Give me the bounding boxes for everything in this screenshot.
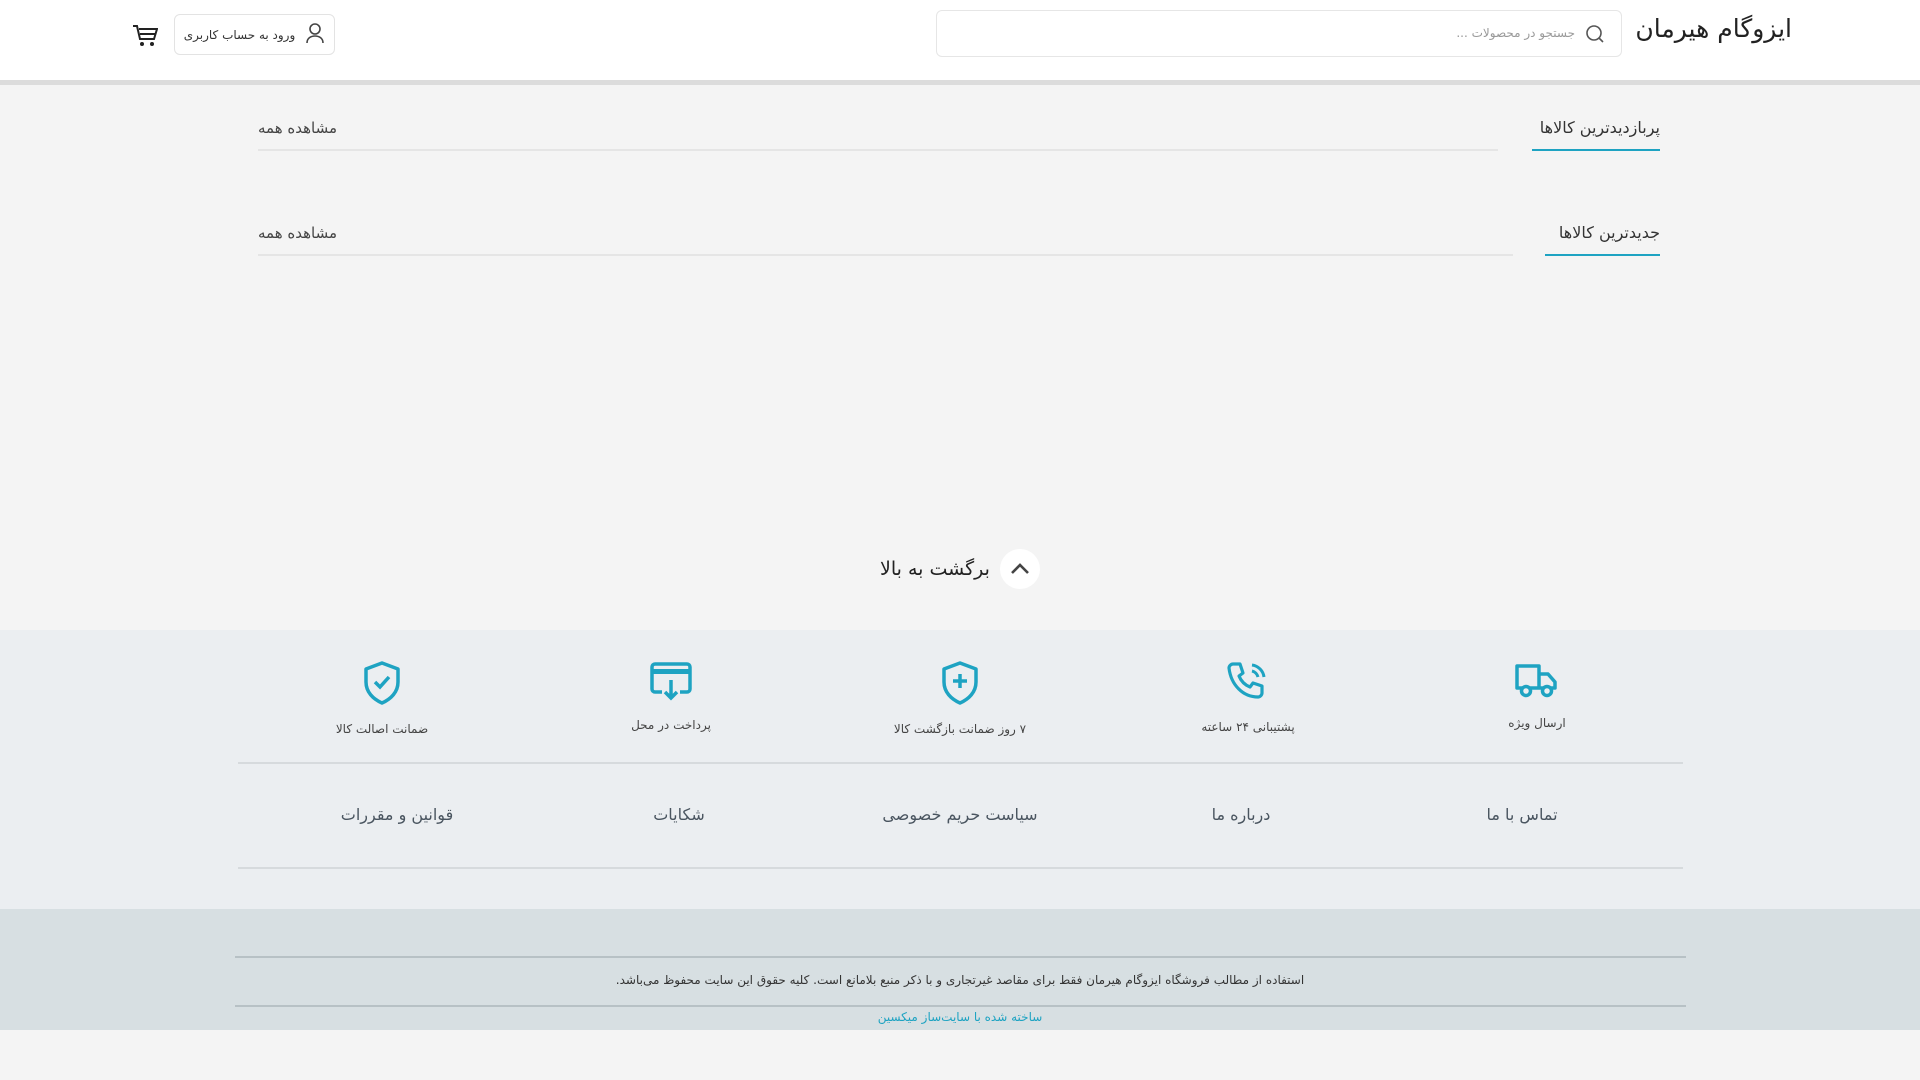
feature-label: ارسال ویژه [1508,716,1566,730]
section-title-newest: جدیدترین کالاها [1558,223,1660,242]
copyright-text: استفاده از مطالب فروشگاه ایزوگام هیرمان … [615,973,1305,987]
feature-item: پشتیبانی ۲۴ ساعته [1148,660,1348,734]
header-divider [0,80,1920,85]
footer-divider [238,867,1683,869]
feature-label: پشتیبانی ۲۴ ساعته [1201,720,1295,734]
footer-divider [238,762,1683,764]
footer-divider [235,1005,1686,1007]
made-with-link[interactable]: ساخته شده با سایت‌ساز میکسین [0,1010,1920,1024]
section-title-underline [1532,149,1660,151]
feature-item: پرداخت در محل [571,660,771,732]
footer-link-complaints[interactable]: شکایات [653,805,705,824]
card-download-icon [650,662,692,701]
feature-item: ضمانت اصالت کالا [282,660,482,736]
back-to-top-label: برگشت به بالا [880,558,990,580]
section-title-popular: پربازدیدترین کالاها [1539,118,1660,137]
search-input[interactable]: جستجو در محصولات ... [936,10,1622,57]
footer-divider [235,956,1686,958]
footer-link-terms[interactable]: قوانین و مقررات [341,805,453,824]
feature-item: ارسال ویژه [1437,660,1637,730]
truck-icon [1515,664,1557,698]
feature-label: ۷ روز ضمانت بازگشت کالا [893,722,1027,736]
site-header: ایزوگام هیرمان جستجو در محصولات ... ورود… [0,0,1920,80]
view-all-popular-link[interactable]: مشاهده همه [258,119,337,137]
shield-plus-icon [942,661,978,705]
search-icon[interactable] [1585,24,1605,48]
feature-label: ضمانت اصالت کالا [335,722,429,736]
back-to-top-button[interactable]: برگشت به بالا [880,549,1040,589]
login-button[interactable]: ورود به حساب کاربری [174,14,335,55]
phone-icon [1227,662,1266,699]
footer-link-contact[interactable]: تماس با ما [1486,805,1557,824]
chevron-up-icon [999,549,1040,589]
site-logo[interactable]: ایزوگام هیرمان [1635,14,1792,43]
footer-bottom: استفاده از مطالب فروشگاه ایزوگام هیرمان … [0,909,1920,1030]
user-icon [305,22,325,47]
search-placeholder: جستجو در محصولات ... [1456,26,1575,40]
section-divider [258,149,1498,151]
feature-label: پرداخت در محل [631,718,711,732]
footer-link-about[interactable]: درباره ما [1212,805,1271,824]
feature-item: ۷ روز ضمانت بازگشت کالا [860,660,1060,736]
shield-check-icon [364,661,400,705]
section-title-underline [1545,254,1660,256]
footer-features: ارسال ویژه پشتیبانی ۲۴ ساعته ۷ روز ضمانت… [0,630,1920,909]
footer-link-privacy[interactable]: سیاست حریم خصوصی [882,805,1037,824]
view-all-newest-link[interactable]: مشاهده همه [258,224,337,242]
cart-icon[interactable] [132,24,159,52]
section-divider [258,254,1513,256]
login-label: ورود به حساب کاربری [183,27,296,42]
